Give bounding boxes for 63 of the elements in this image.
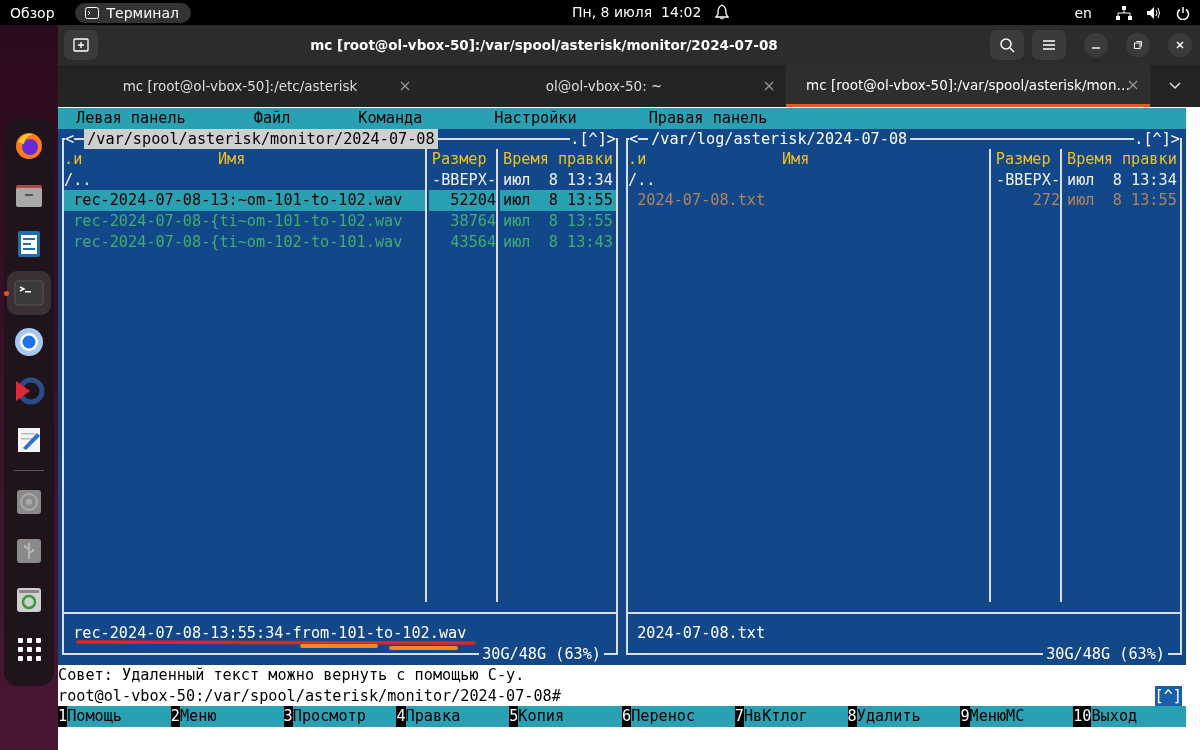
bell-icon[interactable] [715, 4, 730, 20]
file-date: июл 8 13:55 [502, 210, 614, 232]
globe-icon [13, 325, 45, 358]
selected-file-name: rec-2024-07-08-13:55:34-from-101-to-102.wav [73, 622, 467, 644]
file-name[interactable]: rec-2024-07-08-13:~om-101-to-102.wav [64, 190, 427, 211]
file-size: 38764 [449, 210, 498, 232]
column-header[interactable]: Время правки [503, 149, 613, 170]
close-tab-icon[interactable] [400, 81, 410, 91]
file-size: -ВВЕРХ- [995, 169, 1062, 191]
close-tab-icon[interactable] [764, 81, 774, 91]
file-size: 52204 [428, 190, 499, 211]
restore-button[interactable] [1126, 33, 1150, 57]
restore-icon [1133, 40, 1143, 50]
search-button[interactable] [990, 30, 1024, 60]
menu-item[interactable]: Команда [358, 108, 423, 129]
minimize-button[interactable] [1084, 33, 1108, 57]
terminal-tab[interactable]: ol@ol-vbox-50: ~ [422, 65, 786, 107]
keyboard-layout[interactable]: en [1074, 4, 1092, 21]
search-icon [999, 37, 1015, 53]
close-button[interactable] [1168, 33, 1192, 57]
column-header[interactable]: Размер [995, 149, 1051, 170]
minimize-icon [1092, 47, 1100, 49]
chevron-down-icon[interactable] [1169, 82, 1181, 90]
history-button[interactable]: [^] [1154, 685, 1182, 707]
file-date: июл 8 13:55 [500, 190, 616, 211]
app-menu-button[interactable]: Терминал [74, 2, 191, 23]
file-size: -ВВЕРХ- [431, 169, 498, 191]
terminal-tab[interactable]: mc [root@ol-vbox-50]:/etc/asterisk [58, 65, 422, 107]
activities-button[interactable]: Обзор [10, 4, 55, 21]
file-size: 43564 [449, 231, 498, 253]
file-date: июл 8 13:55 [1066, 190, 1178, 211]
sort-mark[interactable]: .и [628, 149, 647, 170]
power-icon[interactable] [1176, 5, 1190, 20]
new-tab-icon [73, 38, 89, 52]
menu-item[interactable]: Файл [253, 108, 291, 129]
menu-item[interactable]: Левая панель [76, 108, 186, 129]
file-name[interactable]: /.. [628, 169, 991, 191]
menu-button[interactable] [1032, 30, 1066, 60]
menu-icon [1042, 39, 1056, 51]
sort-mark[interactable]: .и [64, 149, 83, 170]
column-header[interactable]: Имя [781, 150, 810, 169]
terminal-tab[interactable]: mc [root@ol-vbox-50]:/var/spool/asterisk/mon… [786, 65, 1150, 107]
clock[interactable]: Пн, 8 июля 14:02 [572, 4, 702, 20]
file-name[interactable]: /.. [64, 169, 427, 191]
network-icon[interactable] [1116, 5, 1132, 20]
terminal-icon [84, 6, 99, 19]
close-icon [1175, 40, 1185, 50]
selected-file-name: 2024-07-08.txt [637, 622, 766, 644]
file-size: 272 [1031, 190, 1062, 211]
menu-item[interactable]: Правая панель [648, 108, 768, 129]
command-prompt[interactable]: root@ol-vbox-50:/var/spool/asterisk/monitor/2024-07-08# [58, 685, 561, 707]
column-header[interactable]: Время правки [1067, 149, 1177, 170]
panel-path: /var/spool/asterisk/monitor/2024-07-08 [84, 128, 438, 150]
column-header[interactable]: Размер [431, 149, 487, 170]
file-date: июл 8 13:43 [502, 231, 614, 253]
window-title: mc [root@ol-vbox-50]:/var/spool/asterisk/monitor/2024-07-08 [309, 37, 779, 53]
new-tab-button[interactable] [64, 30, 98, 60]
file-date: июл 8 13:34 [502, 169, 614, 191]
volume-icon[interactable] [1146, 5, 1162, 20]
file-date: июл 8 13:34 [1066, 169, 1178, 191]
close-tab-icon[interactable] [1128, 79, 1138, 90]
column-header[interactable]: Имя [217, 150, 246, 169]
menu-item[interactable]: Настройки [494, 108, 577, 129]
